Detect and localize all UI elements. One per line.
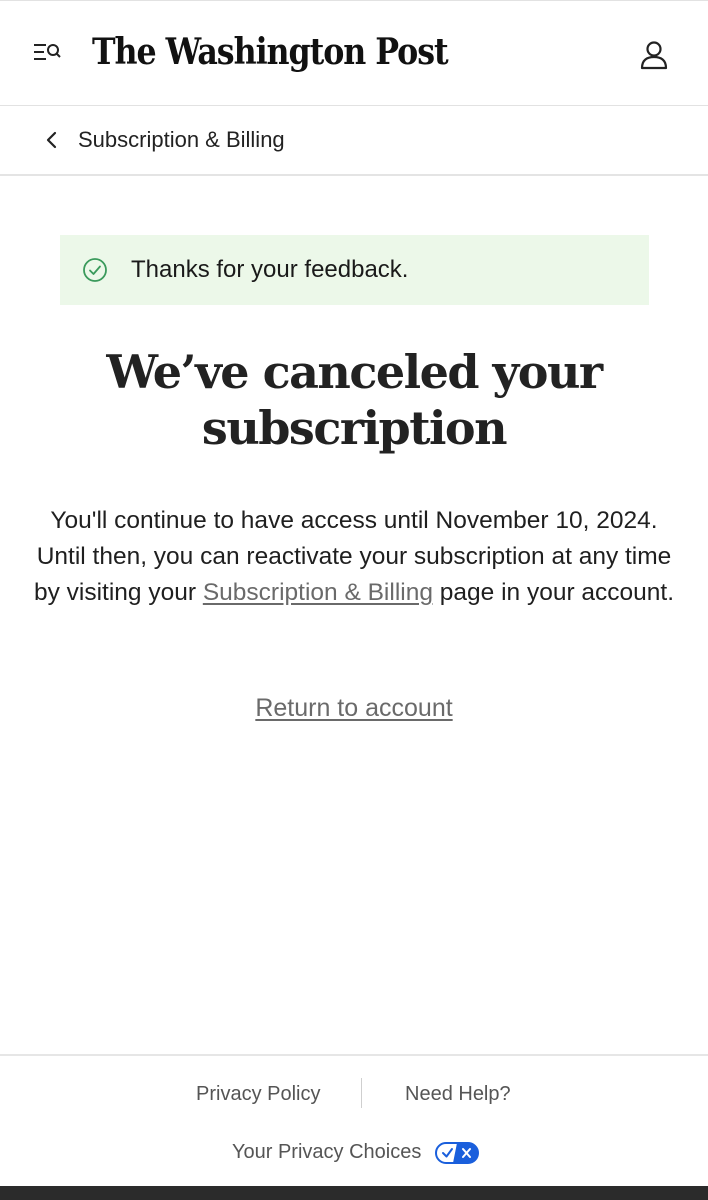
privacy-choices-label: Your Privacy Choices	[232, 1141, 422, 1163]
washington-post-logo[interactable]: The Washington Post	[92, 31, 449, 73]
feedback-alert: Thanks for your feedback.	[60, 235, 649, 305]
chevron-left-icon	[38, 126, 66, 154]
site-footer: Privacy Policy Need Help? Your Privacy C…	[0, 1054, 708, 1186]
page-title: We’ve canceled your subscription	[40, 344, 668, 456]
menu-search-button[interactable]	[26, 37, 66, 71]
need-help-link[interactable]: Need Help?	[405, 1083, 511, 1106]
privacy-policy-link[interactable]: Privacy Policy	[196, 1083, 320, 1106]
site-header: The Washington Post	[0, 0, 708, 106]
account-button[interactable]	[636, 37, 672, 73]
message-text-end: page in your account.	[432, 579, 675, 606]
page-title-line-1: We’ve canceled your	[106, 345, 603, 399]
check-circle-icon	[82, 257, 108, 283]
subscription-billing-link[interactable]: Subscription & Billing	[203, 579, 433, 606]
cancellation-message: You'll continue to have access until Nov…	[30, 503, 678, 611]
user-icon	[636, 41, 672, 77]
back-to-subscription-billing[interactable]: Subscription & Billing	[0, 106, 708, 176]
return-to-account-link[interactable]: Return to account	[255, 694, 452, 722]
alert-message: Thanks for your feedback.	[131, 256, 409, 283]
return-wrap: Return to account	[0, 694, 708, 723]
subnav-label: Subscription & Billing	[78, 127, 285, 152]
menu-search-icon	[26, 37, 66, 67]
system-bottom-bar	[0, 1186, 708, 1200]
footer-divider	[361, 1078, 362, 1108]
page-title-line-2: subscription	[201, 401, 508, 455]
privacy-choices-link[interactable]: Your Privacy Choices	[232, 1141, 480, 1164]
privacy-options-toggle-icon	[435, 1141, 480, 1164]
